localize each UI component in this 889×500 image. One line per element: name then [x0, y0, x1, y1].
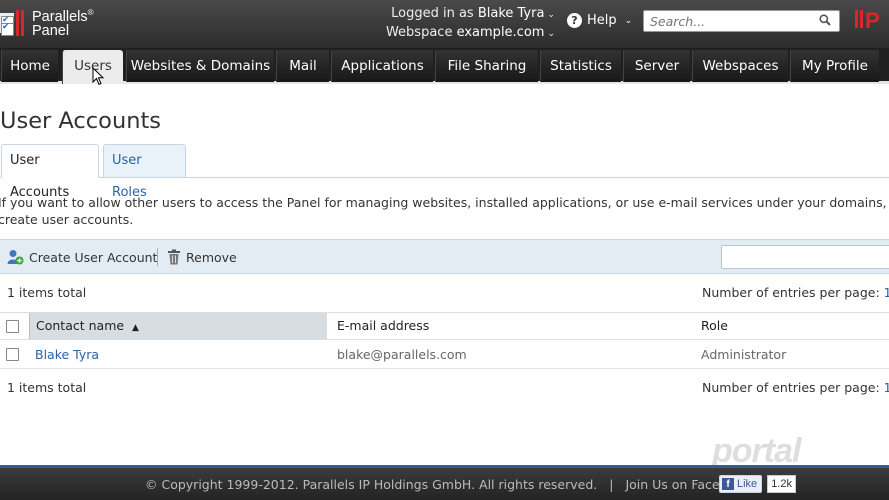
facebook-like-button[interactable]: f Like — [719, 475, 763, 493]
webspace-value[interactable]: example.com — [457, 25, 545, 40]
user-name[interactable]: Blake Tyra — [478, 6, 545, 21]
column-role[interactable]: Role — [701, 313, 728, 339]
nav-websites-domains[interactable]: Websites & Domains — [126, 50, 274, 82]
top-header: ✔ ✔ Parallels® Panel Logged in as Blake … — [0, 0, 889, 48]
list-toolbar: Create User Account Remove — [0, 239, 889, 274]
list-search-input[interactable] — [721, 245, 889, 269]
add-user-icon — [7, 250, 24, 265]
description-line1: If you want to allow other users to acce… — [0, 195, 887, 210]
logo-line2: Panel — [32, 23, 70, 40]
facebook-like-widget: f Like 1.2k — [719, 475, 796, 493]
search-input[interactable] — [644, 11, 809, 31]
items-total-top: 1 items total — [7, 285, 87, 300]
nav-server[interactable]: Server — [623, 50, 690, 82]
remove-label: Remove — [186, 249, 237, 265]
column-contact-name-label: Contact name — [36, 318, 125, 333]
row-checkbox[interactable] — [6, 348, 19, 361]
entries-per-page-label: Number of entries per page: — [702, 285, 880, 300]
chevron-down-icon: ⌄ — [547, 10, 555, 20]
column-contact-name[interactable]: Contact name ▲ — [29, 313, 327, 339]
global-search — [643, 10, 840, 32]
facebook-icon: f — [722, 478, 734, 490]
entries-per-page-bottom: Number of entries per page: 10 — [702, 380, 889, 395]
logo-registered: ® — [87, 7, 94, 17]
remove-button[interactable]: Remove — [167, 248, 237, 266]
footer-separator: | — [609, 477, 614, 492]
create-user-account-label: Create User Account — [29, 249, 158, 265]
email-cell: blake@parallels.com — [337, 347, 467, 362]
logged-in-menu[interactable]: Logged in as Blake Tyra ⌄ — [386, 5, 555, 24]
create-user-account-button[interactable]: Create User Account — [7, 248, 157, 266]
copyright-text: © Copyright 1999-2012. Parallels IP Hold… — [145, 477, 598, 492]
entries-per-page-10[interactable]: 10 — [884, 380, 889, 395]
table-row: Blake Tyra blake@parallels.com Administr… — [0, 341, 889, 369]
role-cell: Administrator — [701, 347, 787, 362]
brand-letter: P — [865, 8, 880, 33]
chevron-down-icon: ⌄ — [547, 29, 555, 39]
column-email[interactable]: E-mail address — [337, 313, 429, 339]
toolbar-divider — [157, 248, 158, 266]
nav-my-profile[interactable]: My Profile — [790, 50, 879, 82]
page-tabs: User Accounts User Roles — [0, 144, 889, 200]
webspace-selector[interactable]: Webspace example.com ⌄ — [386, 24, 555, 43]
contact-name-link[interactable]: Blake Tyra — [35, 347, 99, 362]
webspace-label: Webspace — [385, 25, 453, 40]
chevron-down-icon: ⌄ — [624, 15, 633, 26]
mouse-cursor-icon — [92, 67, 105, 86]
tab-user-accounts[interactable]: User Accounts — [1, 144, 99, 200]
parallels-logo-icon: ✔ ✔ — [0, 7, 28, 37]
footer-text: © Copyright 1999-2012. Parallels IP Hold… — [145, 477, 750, 492]
main-navigation: Home Users Websites & Domains Mail Appli… — [0, 48, 889, 84]
nav-home[interactable]: Home — [1, 50, 58, 82]
help-label: Help — [587, 13, 617, 28]
facebook-like-count: 1.2k — [767, 475, 796, 493]
footer: © Copyright 1999-2012. Parallels IP Hold… — [0, 465, 889, 500]
nav-mail[interactable]: Mail — [276, 50, 329, 82]
logo-line1: Parallels — [32, 8, 88, 25]
entries-per-page-top: Number of entries per page: 10 — [702, 285, 889, 300]
trash-icon — [168, 249, 180, 265]
logged-in-label: Logged in as — [391, 6, 474, 21]
help-menu[interactable]: ? Help ⌄ — [567, 13, 632, 28]
description-line2: create user accounts. — [0, 212, 134, 227]
nav-applications[interactable]: Applications — [331, 50, 433, 82]
page-description: If you want to allow other users to acce… — [0, 194, 887, 228]
nav-webspaces[interactable]: Webspaces — [692, 50, 788, 82]
facebook-like-label: Like — [737, 478, 758, 490]
entries-per-page-10[interactable]: 10 — [884, 285, 889, 300]
search-icon[interactable] — [819, 14, 831, 26]
brand-mark: P — [855, 8, 880, 34]
select-all-checkbox[interactable] — [6, 320, 19, 333]
account-info: Logged in as Blake Tyra ⌄ Webspace exampl… — [386, 5, 555, 43]
nav-statistics[interactable]: Statistics — [540, 50, 621, 82]
nav-file-sharing[interactable]: File Sharing — [435, 50, 538, 82]
items-total-bottom: 1 items total — [7, 380, 87, 395]
tab-user-roles[interactable]: User Roles — [103, 144, 186, 200]
table-header: Contact name ▲ E-mail address Role — [0, 312, 889, 340]
entries-per-page-label: Number of entries per page: — [702, 380, 880, 395]
sort-ascending-icon: ▲ — [132, 323, 139, 333]
help-icon: ? — [567, 13, 582, 28]
page-title: User Accounts — [0, 108, 162, 134]
parallels-panel-logo[interactable]: ✔ ✔ Parallels® Panel — [0, 4, 94, 40]
